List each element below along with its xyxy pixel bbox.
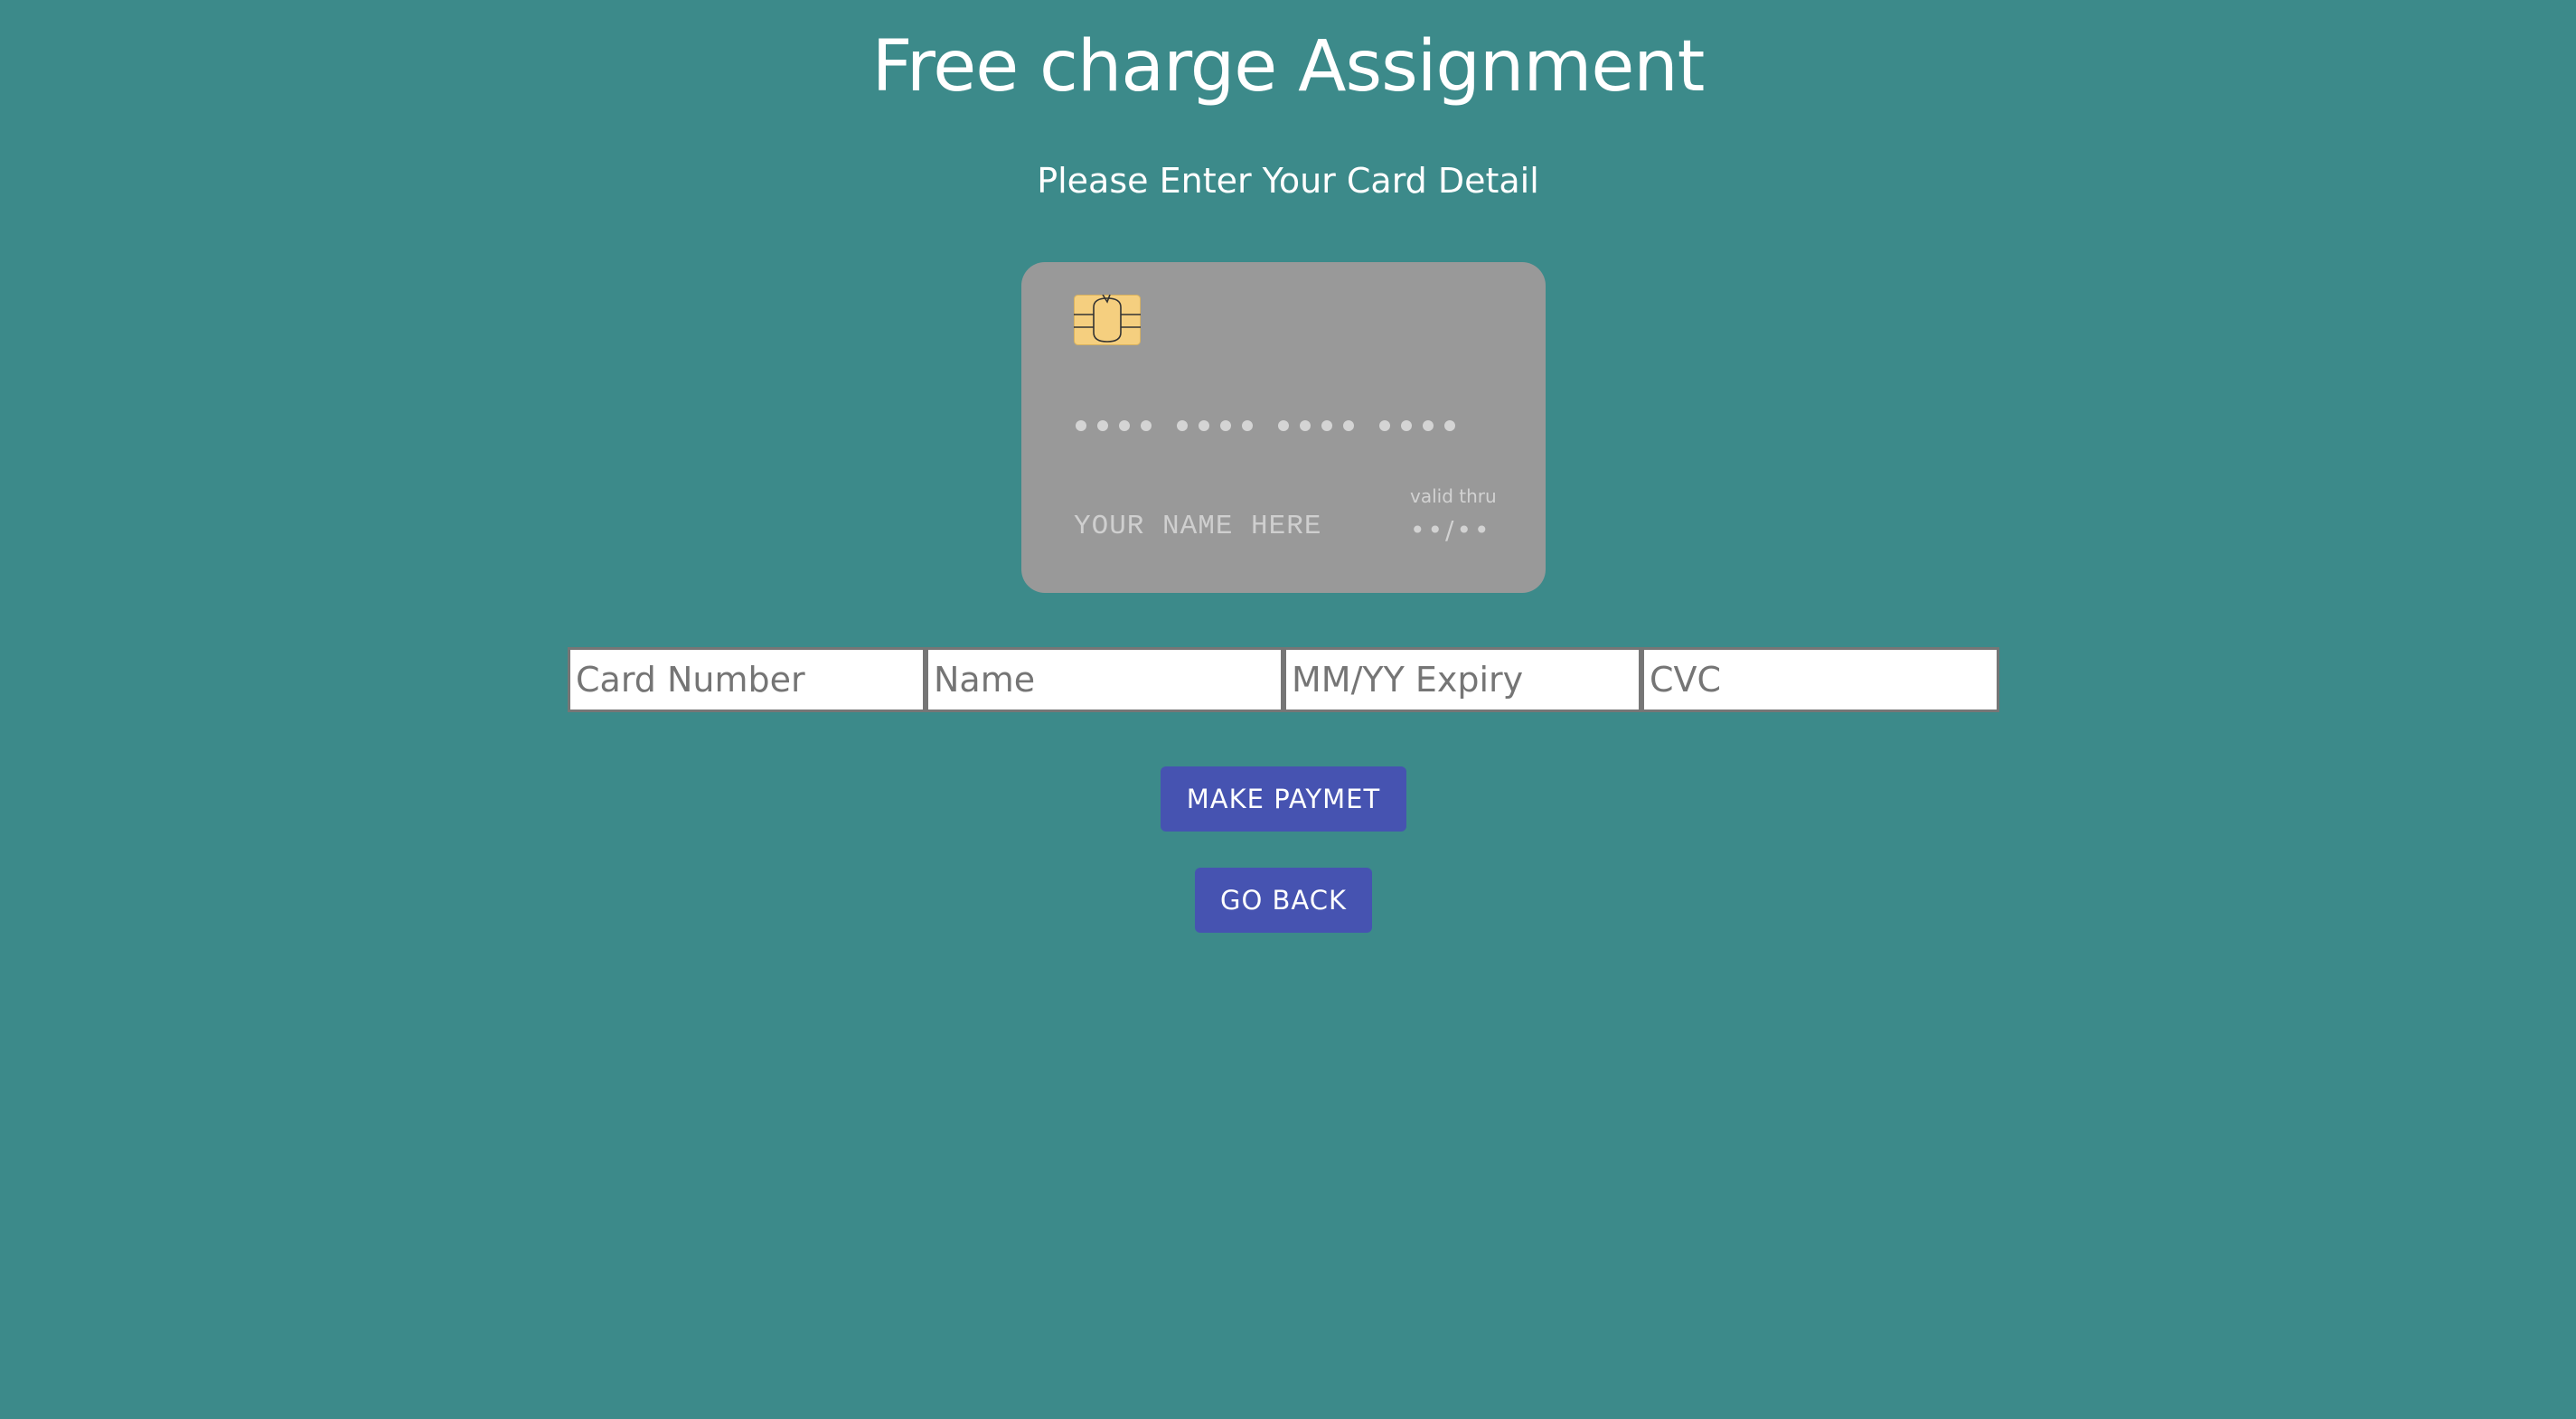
card-digit-dot [1242,420,1253,431]
card-expiry-display: ••/•• [1410,515,1492,545]
go-back-button[interactable]: GO BACK [1195,868,1372,933]
card-digit-dot [1199,420,1209,431]
card-digit-dot [1177,420,1188,431]
card-digit-dot [1119,420,1130,431]
page-title: Free charge Assignment [871,26,1706,108]
card-digit-dot [1401,420,1412,431]
card-digit-dot [1278,420,1289,431]
card-digit-dot [1300,420,1311,431]
card-digit-dot [1220,420,1231,431]
card-digit-dot [1423,420,1434,431]
page-subtitle: Please Enter Your Card Detail [1037,161,1539,201]
card-holder-name: YOUR NAME HERE [1074,511,1322,542]
card-digit-dot [1343,420,1354,431]
cvc-input[interactable] [1641,647,1999,712]
card-form [568,647,1999,712]
card-digit-group [1177,420,1253,431]
card-chip-icon [1074,294,1141,345]
valid-thru-label: valid thru [1410,485,1497,507]
payment-page: Free charge Assignment Please Enter Your… [0,0,2576,1419]
card-digit-dot [1076,420,1086,431]
card-number-display [1076,420,1518,431]
expiry-input[interactable] [1283,647,1641,712]
card-digit-dot [1444,420,1455,431]
card-number-input[interactable] [568,647,926,712]
make-payment-button[interactable]: MAKE PAYMET [1161,766,1406,832]
credit-card-preview: YOUR NAME HERE valid thru ••/•• [1021,262,1546,593]
card-digit-dot [1097,420,1108,431]
card-digit-dot [1141,420,1152,431]
card-digit-dot [1321,420,1332,431]
card-digit-dot [1379,420,1390,431]
name-input[interactable] [926,647,1283,712]
card-digit-group [1076,420,1152,431]
card-digit-group [1379,420,1455,431]
card-digit-group [1278,420,1354,431]
